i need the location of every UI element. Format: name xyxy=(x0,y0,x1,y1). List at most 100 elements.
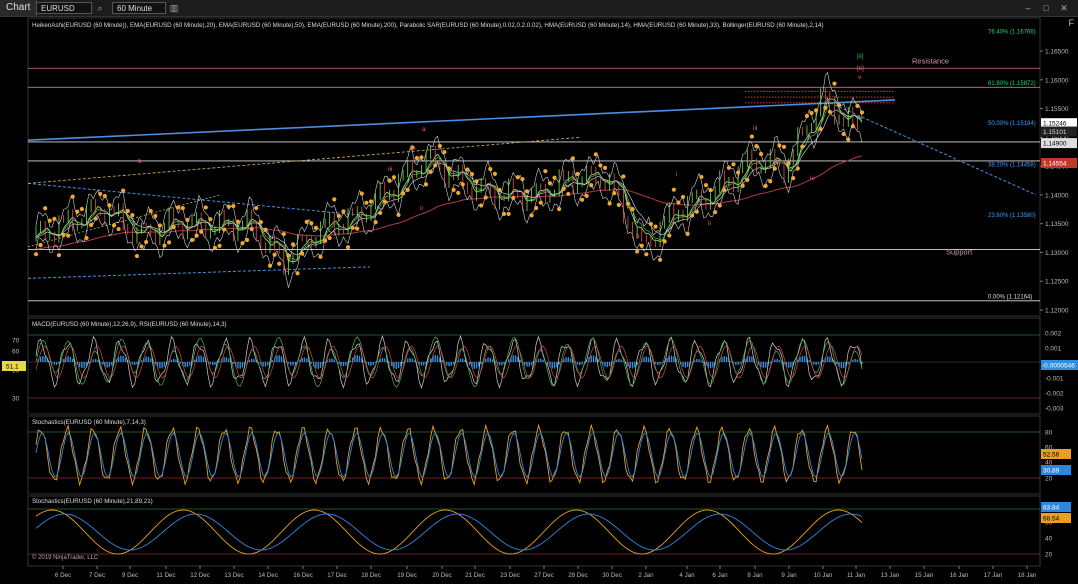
parabolic-sar-dot xyxy=(277,261,282,266)
panel-price xyxy=(27,17,1041,317)
parabolic-sar-dot xyxy=(731,162,736,167)
rsi-value-marker-label: 51.1 xyxy=(6,364,19,371)
x-tick-label: 23 Dec xyxy=(500,572,520,579)
parabolic-sar-dot xyxy=(534,205,539,211)
parabolic-sar-dot xyxy=(703,183,709,188)
wave-label: [c] xyxy=(857,65,864,72)
parabolic-sar-dot xyxy=(286,253,291,258)
parabolic-sar-dot xyxy=(423,182,429,187)
stoch2-tick-label: 40 xyxy=(1045,536,1053,543)
parabolic-sar-dot xyxy=(758,151,764,157)
parabolic-sar-dot xyxy=(414,155,419,161)
parabolic-sar-dot xyxy=(777,143,782,148)
parabolic-sar-dot xyxy=(804,113,810,119)
parabolic-sar-dot xyxy=(598,163,603,168)
parabolic-sar-dot xyxy=(630,207,635,212)
parabolic-sar-dot xyxy=(153,213,158,219)
x-tick-label: 4 Jan xyxy=(679,572,695,579)
parabolic-sar-dot xyxy=(621,174,626,179)
parabolic-sar-dot xyxy=(575,171,580,177)
chart-canvas[interactable]: HeikenAshi(EURUSD (60 Minute)), EMA(EURU… xyxy=(0,0,1078,584)
resistance-label: Resistance xyxy=(912,56,949,65)
parabolic-sar-dot xyxy=(102,194,107,199)
wave-label: b xyxy=(138,158,142,165)
parabolic-sar-dot xyxy=(809,110,814,116)
parabolic-sar-dot xyxy=(492,171,497,176)
macd-indicator-label: MACD(EURUSD (60 Minute),12,26,9), RSI(EU… xyxy=(32,321,227,328)
parabolic-sar-dot xyxy=(520,177,525,182)
fib-level-label: 76.40% (1.16766) xyxy=(988,30,1036,36)
price-tick-label: 1.16000 xyxy=(1045,77,1069,84)
parabolic-sar-dot xyxy=(570,156,576,161)
parabolic-sar-dot xyxy=(382,199,387,204)
stoch1-indicator-label: Stochastics(EURUSD (60 Minute),7,14,3) xyxy=(32,419,146,426)
x-tick-label: 11 Jan xyxy=(847,572,866,579)
parabolic-sar-dot xyxy=(814,108,819,113)
parabolic-sar-dot xyxy=(722,187,727,192)
parabolic-sar-dot xyxy=(240,241,245,246)
parabolic-sar-dot xyxy=(226,204,231,209)
parabolic-sar-dot xyxy=(786,161,791,166)
parabolic-sar-dot xyxy=(736,170,741,175)
parabolic-sar-dot xyxy=(166,240,172,245)
wave-label: [ii] xyxy=(857,53,864,60)
x-tick-label: 27 Dec xyxy=(534,572,554,579)
parabolic-sar-dot xyxy=(341,209,346,214)
parabolic-sar-dot xyxy=(116,226,121,232)
parabolic-sar-dot xyxy=(433,163,438,168)
x-tick-label: 6 Jan xyxy=(712,572,728,579)
parabolic-sar-dot xyxy=(258,220,263,225)
parabolic-sar-dot xyxy=(584,193,589,198)
macd-tick-label: 0.002 xyxy=(1045,331,1062,338)
x-tick-label: 2 Jan xyxy=(638,572,654,579)
stoch1-marker-label: 52.56 xyxy=(1043,452,1060,459)
stoch2-tick-label: 20 xyxy=(1045,552,1053,559)
parabolic-sar-dot xyxy=(144,239,149,245)
macd-tick-label: -0.003 xyxy=(1045,406,1064,413)
macd-tick-label: -0.001 xyxy=(1045,376,1064,383)
x-tick-label: 18 Dec xyxy=(361,572,381,579)
price-tick-label: 1.15500 xyxy=(1045,106,1069,113)
parabolic-sar-dot xyxy=(749,134,754,139)
parabolic-sar-dot xyxy=(396,212,401,218)
parabolic-sar-dot xyxy=(497,187,502,193)
parabolic-sar-dot xyxy=(194,233,199,238)
x-tick-label: 7 Dec xyxy=(89,572,105,579)
wave-label: b xyxy=(412,145,416,152)
rsi-tick-label: 30 xyxy=(12,396,20,403)
parabolic-sar-dot xyxy=(327,235,332,241)
parabolic-sar-dot xyxy=(469,172,475,177)
parabolic-sar-dot xyxy=(680,194,686,200)
parabolic-sar-dot xyxy=(217,243,222,248)
parabolic-sar-dot xyxy=(378,210,383,215)
parabolic-sar-dot xyxy=(740,183,745,188)
parabolic-sar-dot xyxy=(543,169,548,174)
parabolic-sar-dot xyxy=(75,209,80,214)
price-tick-label: 1.13000 xyxy=(1045,250,1069,257)
parabolic-sar-dot xyxy=(795,166,800,171)
parabolic-sar-dot xyxy=(176,205,181,210)
parabolic-sar-dot xyxy=(88,222,94,228)
price-indicator-label: HeikenAshi(EURUSD (60 Minute)), EMA(EURU… xyxy=(32,22,824,29)
wave-label: iv xyxy=(810,175,815,182)
parabolic-sar-dot xyxy=(823,105,828,110)
parabolic-sar-dot xyxy=(846,137,851,142)
parabolic-sar-dot xyxy=(676,200,681,205)
parabolic-sar-dot xyxy=(139,244,144,249)
price-tick-label: 1.12500 xyxy=(1045,279,1069,286)
macd-tick-label: -0.002 xyxy=(1045,391,1064,398)
parabolic-sar-dot xyxy=(524,189,530,194)
parabolic-sar-dot xyxy=(98,191,103,197)
stoch1-tick-label: 20 xyxy=(1045,476,1053,483)
parabolic-sar-dot xyxy=(111,223,117,228)
parabolic-sar-dot xyxy=(134,253,140,259)
x-tick-label: 13 Jan xyxy=(881,572,900,579)
rsi-tick-label: 70 xyxy=(12,338,20,345)
parabolic-sar-dot xyxy=(460,182,465,187)
parabolic-sar-dot xyxy=(612,191,617,196)
parabolic-sar-dot xyxy=(405,187,410,192)
x-tick-label: 13 Dec xyxy=(224,572,244,579)
macd-value-marker-label: -0.0000546 xyxy=(1042,363,1075,370)
rsi-tick-label: 60 xyxy=(12,349,20,356)
wave-label: ii xyxy=(420,205,423,212)
